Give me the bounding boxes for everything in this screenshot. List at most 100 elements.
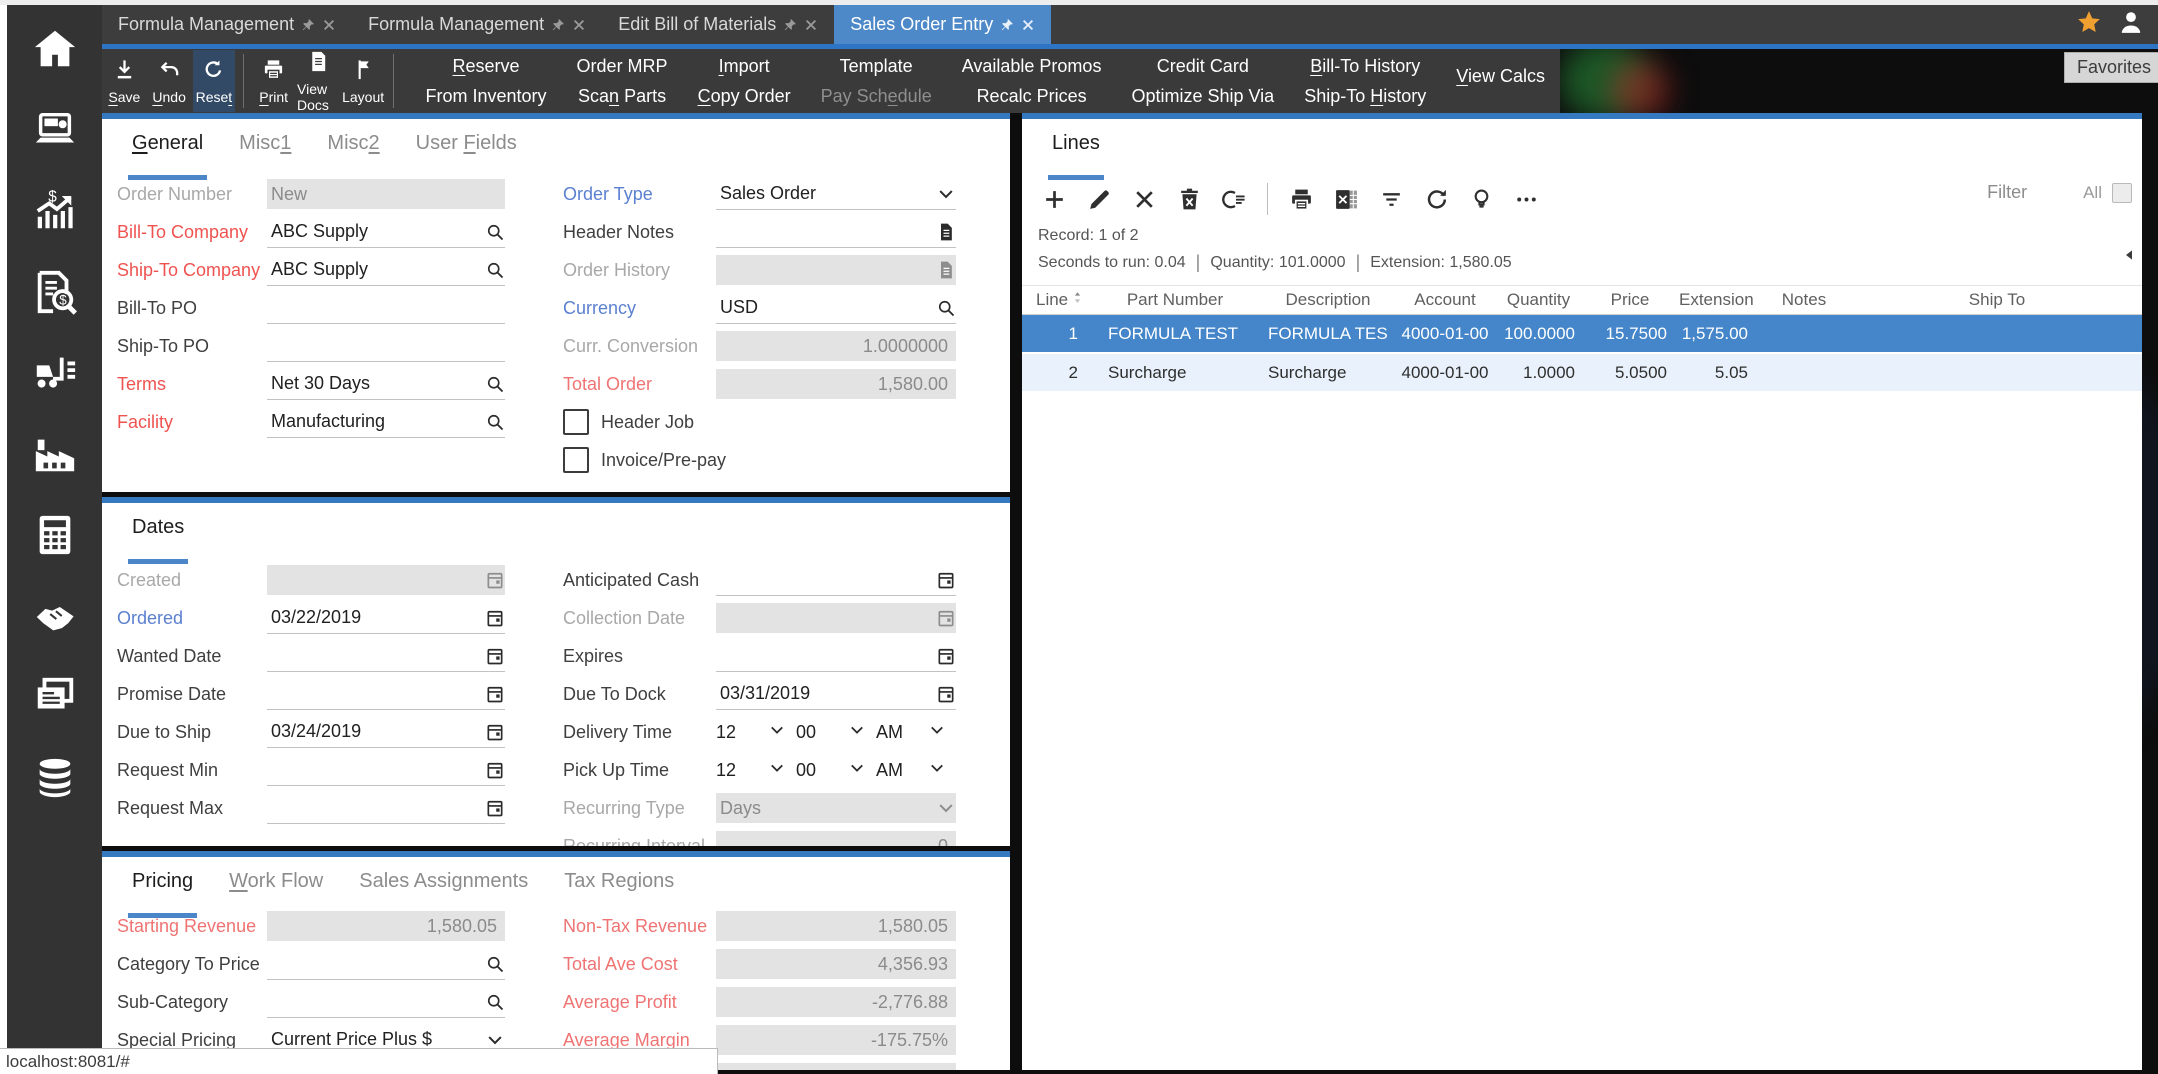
more-button[interactable] (1512, 185, 1540, 213)
pin-tab-icon[interactable] (551, 18, 565, 32)
delivery-time-input[interactable]: 1200AM (716, 717, 956, 747)
average-margin-input[interactable]: -175.75% (716, 1025, 956, 1055)
available-promos-button[interactable]: Available Promos (962, 56, 1102, 77)
calendar-icon[interactable] (930, 646, 956, 666)
browser-tab-edit-bill-of-materials[interactable]: Edit Bill of Materials (602, 5, 834, 44)
calendar-icon[interactable] (930, 684, 956, 704)
from-inventory-button[interactable]: From Inventory (426, 86, 547, 107)
column-header-line[interactable]: Line (1022, 290, 1092, 310)
column-header-price[interactable]: Price (1593, 290, 1679, 310)
tab-tax-regions[interactable]: Tax Regions (564, 870, 674, 909)
time-select[interactable]: AM (876, 759, 956, 782)
terms-input[interactable]: Net 30 Days (267, 369, 505, 400)
remove-lines-button[interactable] (1220, 185, 1248, 213)
sidebar-item-home[interactable] (19, 19, 91, 83)
close-tab-icon[interactable] (572, 18, 586, 32)
due-to-dock-input[interactable]: 03/31/2019 (716, 679, 956, 710)
order-type-input[interactable]: Sales Order (716, 179, 956, 210)
grid-row-2[interactable]: 2SurchargeSurcharge4000-01-001.00005.050… (1022, 354, 2142, 393)
header-notes-input[interactable] (716, 217, 956, 248)
chevron-down-icon[interactable] (930, 184, 956, 204)
view-calcs-button[interactable]: View Calcs (1456, 66, 1545, 87)
tab-misc1[interactable]: Misc1 (239, 132, 291, 171)
ship-to-company-input[interactable]: ABC Supply (267, 255, 505, 286)
hint-button[interactable] (1467, 185, 1495, 213)
order-history-input[interactable] (716, 255, 956, 285)
collapse-panel-icon[interactable] (2122, 247, 2138, 268)
bill-to-company-input[interactable]: ABC Supply (267, 217, 505, 248)
order-mrp-button[interactable]: Order MRP (577, 56, 668, 77)
import-button[interactable]: Import (698, 56, 791, 77)
template-button[interactable]: Template (821, 56, 932, 77)
undo-button[interactable]: Undo (148, 50, 191, 112)
collection-date-input[interactable] (716, 603, 956, 633)
filter-lines-button[interactable] (1377, 185, 1405, 213)
sidebar-item-factory[interactable] (19, 424, 91, 488)
due-to-ship-input[interactable]: 03/24/2019 (267, 717, 505, 748)
calendar-icon[interactable] (479, 608, 505, 628)
ship-to-history-button[interactable]: Ship-To History (1304, 86, 1426, 107)
browser-tab-formula-management[interactable]: Formula Management (352, 5, 602, 44)
doc-icon[interactable] (930, 222, 956, 242)
total-order-input[interactable]: 1,580.00 (716, 369, 956, 399)
search-icon[interactable] (930, 298, 956, 318)
browser-tab-sales-order-entry[interactable]: Sales Order Entry (834, 5, 1051, 44)
ordered-input[interactable]: 03/22/2019 (267, 603, 505, 634)
created-input[interactable] (267, 565, 505, 595)
sidebar-item-reports[interactable] (19, 667, 91, 731)
scan-parts-button[interactable]: Scan Parts (577, 86, 668, 107)
layout-button[interactable]: Layout (342, 50, 385, 112)
bill-to-po-input[interactable] (267, 293, 505, 324)
search-icon[interactable] (479, 374, 505, 394)
pin-tab-icon[interactable] (301, 18, 315, 32)
browser-tab-formula-management[interactable]: Formula Management (102, 5, 352, 44)
print-button[interactable]: Print (252, 50, 295, 112)
close-tab-icon[interactable] (804, 18, 818, 32)
tab-dates[interactable]: Dates (132, 516, 184, 555)
grid-row-1[interactable]: 1FORMULA TESTFORMULA TEST4000-01-00100.0… (1022, 315, 2142, 354)
average-profit-input[interactable]: -2,776.88 (716, 987, 956, 1017)
favorites-star-icon[interactable] (2076, 9, 2102, 40)
order-number-input[interactable]: New (267, 179, 505, 209)
tab-user-fields[interactable]: User Fields (416, 132, 517, 171)
request-max-input[interactable] (267, 793, 505, 824)
export-excel-button[interactable] (1332, 185, 1360, 213)
add-button[interactable] (1040, 185, 1068, 213)
sidebar-item-database[interactable] (19, 748, 91, 812)
non-tax-revenue-input[interactable]: 1,580.05 (716, 911, 956, 941)
tab-lines[interactable]: Lines (1052, 132, 1100, 171)
print-grid-button[interactable] (1287, 185, 1315, 213)
currency-input[interactable]: USD (716, 293, 956, 324)
calendar-icon[interactable] (479, 570, 505, 590)
filter-all-checkbox[interactable] (2112, 183, 2132, 203)
reset-button[interactable]: Reset (193, 50, 236, 112)
calendar-icon[interactable] (930, 570, 956, 590)
bill-to-history-button[interactable]: Bill-To History (1304, 56, 1426, 77)
search-icon[interactable] (479, 222, 505, 242)
edit-button[interactable] (1085, 185, 1113, 213)
pin-tab-icon[interactable] (1000, 18, 1014, 32)
recalc-prices-button[interactable]: Recalc Prices (962, 86, 1102, 107)
refresh-button[interactable] (1422, 185, 1450, 213)
facility-input[interactable]: Manufacturing (267, 407, 505, 438)
optimize-ship-via-button[interactable]: Optimize Ship Via (1131, 86, 1274, 107)
expires-input[interactable] (716, 641, 956, 672)
view-docs-button[interactable]: View Docs (297, 50, 340, 112)
close-tab-icon[interactable] (1021, 18, 1035, 32)
search-icon[interactable] (479, 412, 505, 432)
calendar-icon[interactable] (479, 760, 505, 780)
wanted-date-input[interactable] (267, 641, 505, 672)
column-header-notes[interactable]: Notes (1756, 290, 1852, 310)
tab-general[interactable]: General (132, 132, 203, 171)
search-icon[interactable] (479, 954, 505, 974)
doc-icon[interactable] (930, 260, 956, 280)
search-icon[interactable] (479, 992, 505, 1012)
time-select[interactable]: 00 (796, 759, 876, 782)
time-select[interactable]: 12 (716, 721, 796, 744)
sidebar-item-forklift[interactable] (19, 343, 91, 407)
user-icon[interactable] (2118, 9, 2144, 40)
request-min-input[interactable] (267, 755, 505, 786)
sidebar-item-calculator[interactable] (19, 505, 91, 569)
close-tab-icon[interactable] (322, 18, 336, 32)
recurring-interval-input[interactable]: 0 (716, 831, 956, 846)
